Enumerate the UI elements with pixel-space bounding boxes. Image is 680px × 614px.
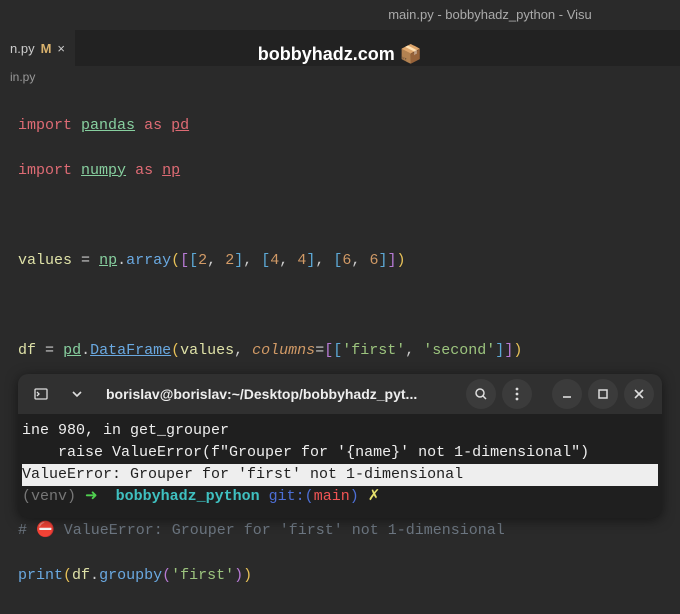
terminal-output-line: raise ValueError(f"Grouper for '{name}' … [22, 444, 589, 461]
editor-tabs: n.py M × [0, 30, 680, 66]
terminal-icon [33, 386, 49, 402]
terminal-output-line: ine 980, in get_grouper [22, 422, 229, 439]
search-button[interactable] [466, 379, 496, 409]
maximize-button[interactable] [588, 379, 618, 409]
terminal-title: borislav@borislav:~/Desktop/bobbyhadz_py… [98, 386, 460, 402]
minimize-icon [559, 386, 575, 402]
close-icon[interactable]: × [57, 41, 65, 56]
minimize-button[interactable] [552, 379, 582, 409]
window-title: main.py - bobbyhadz_python - Visu [388, 7, 592, 22]
menu-button[interactable] [502, 379, 532, 409]
terminal-body[interactable]: ine 980, in get_grouper raise ValueError… [18, 414, 662, 518]
code-line: values = np.array([[2, 2], [4, 4], [6, 6… [18, 250, 662, 273]
tab-main-py[interactable]: n.py M × [0, 30, 75, 66]
kebab-icon [509, 386, 525, 402]
code-blank-line [18, 205, 662, 228]
code-line: # ⛔ ValueError: Grouper for 'first' not … [18, 520, 662, 543]
close-icon [631, 386, 647, 402]
new-tab-button[interactable] [26, 379, 56, 409]
dropdown-button[interactable] [62, 379, 92, 409]
no-entry-icon: ⛔ [36, 522, 55, 539]
close-button[interactable] [624, 379, 654, 409]
code-line: df = pd.DataFrame(values, columns=[['fir… [18, 340, 662, 363]
code-line: import pandas as pd [18, 115, 662, 138]
terminal-error-highlight: ValueError: Grouper for 'first' not 1-di… [22, 464, 658, 486]
code-line: import numpy as np [18, 160, 662, 183]
chevron-down-icon [69, 386, 85, 402]
tab-filename: n.py [10, 41, 35, 56]
maximize-icon [595, 386, 611, 402]
code-blank-line [18, 295, 662, 318]
search-icon [473, 386, 489, 402]
tab-modified-indicator: M [41, 41, 52, 56]
terminal-window: borislav@borislav:~/Desktop/bobbyhadz_py… [18, 374, 662, 518]
breadcrumb[interactable]: in.py [0, 66, 680, 88]
terminal-header: borislav@borislav:~/Desktop/bobbyhadz_py… [18, 374, 662, 414]
code-editor[interactable]: import pandas as pd import numpy as np v… [0, 88, 680, 614]
terminal-prompt: (venv) ➜ bobbyhadz_python git:(main) ✗ [22, 488, 380, 505]
window-title-bar: main.py - bobbyhadz_python - Visu [0, 0, 680, 30]
code-line: print(df.groupby('first')) [18, 565, 662, 588]
